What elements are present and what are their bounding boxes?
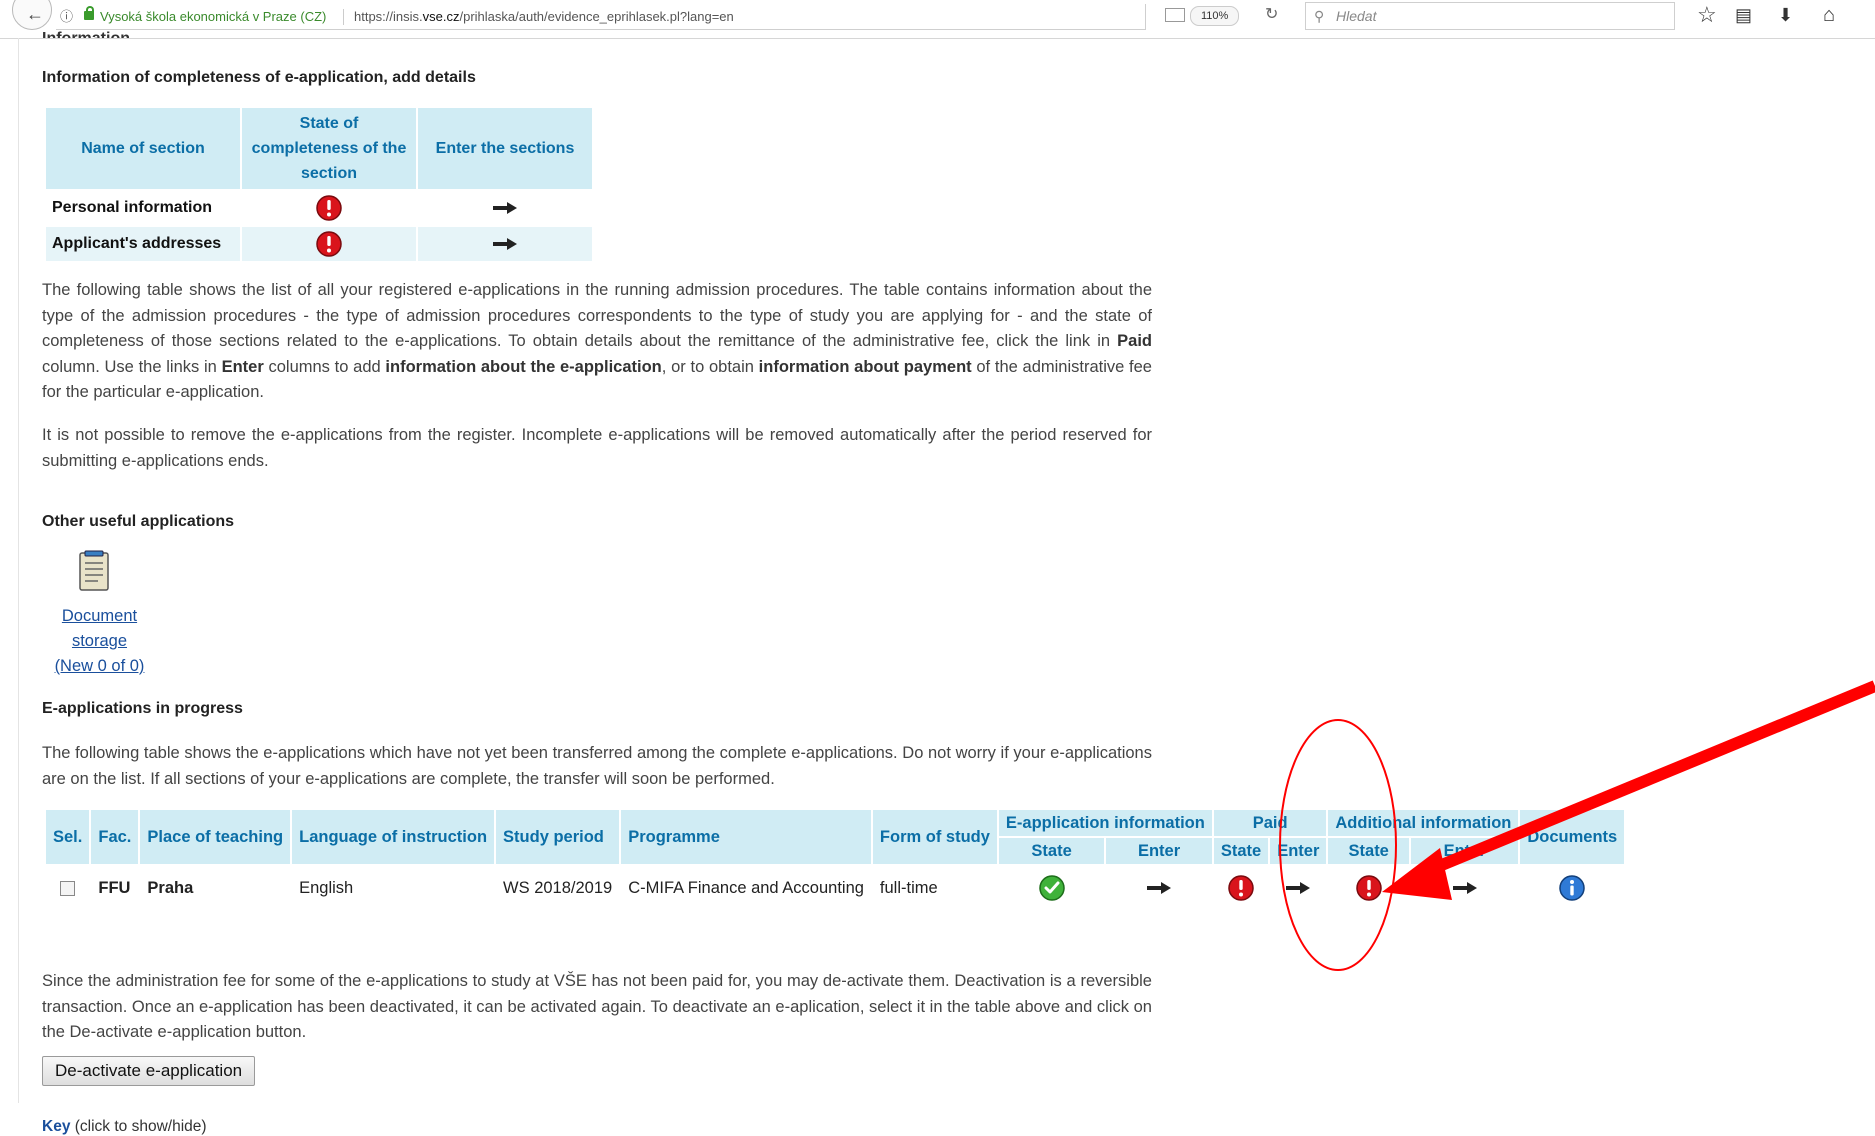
col-paid: Paid — [1213, 810, 1327, 836]
zoom-indicator[interactable]: 110% — [1190, 6, 1240, 26]
arrow-right-icon[interactable] — [1451, 881, 1479, 895]
search-icon: ⚲ — [1314, 8, 1325, 24]
deactivate-button[interactable]: De-activate e-application — [42, 1056, 256, 1086]
browser-toolbar: ← ⓘ Vysoká škola ekonomická v Praze (CZ)… — [0, 0, 1875, 39]
progress-title: E-applications in progress — [42, 700, 243, 717]
cell-place: Praha — [147, 878, 194, 897]
site-identity: Vysoká škola ekonomická v Praze (CZ) — [100, 9, 327, 24]
bookmark-star-icon[interactable]: ☆ — [1697, 2, 1717, 28]
lock-icon[interactable] — [84, 6, 94, 20]
col-state-of-completeness: State of completeness of the section — [242, 108, 416, 189]
reader-view-icon[interactable] — [1165, 8, 1185, 22]
col-paid-enter: Enter — [1270, 838, 1327, 864]
cell-programme: C-MIFA Finance and Accounting — [628, 878, 864, 897]
document-storage-link[interactable]: Document storage (New 0 of 0) — [42, 604, 157, 679]
key-toggle[interactable]: Key (click to show/hide) — [42, 1118, 207, 1136]
page-border — [18, 38, 19, 1103]
cell-form-of-study: full-time — [879, 878, 938, 897]
arrow-right-icon[interactable] — [491, 201, 519, 215]
divider — [343, 9, 344, 25]
search-placeholder: Hledat — [1336, 8, 1377, 24]
arrow-right-icon[interactable] — [1284, 881, 1312, 895]
info-icon[interactable]: ⓘ — [60, 4, 73, 30]
error-icon — [316, 231, 342, 257]
error-icon — [316, 195, 342, 221]
error-icon — [1355, 875, 1382, 901]
section-title-cut: Information — [42, 30, 130, 38]
removal-paragraph: It is not possible to remove the e-appli… — [42, 426, 1152, 470]
col-place: Place of teaching — [140, 810, 291, 864]
col-documents: Documents — [1520, 810, 1625, 864]
url-text[interactable]: https://insis.vse.cz/prihlaska/auth/evid… — [354, 4, 734, 30]
col-sel: Sel. — [46, 810, 90, 864]
deactivate-paragraph: Since the administration fee for some of… — [42, 972, 1152, 1041]
col-einfo-state: State — [998, 838, 1105, 864]
error-icon[interactable] — [1227, 874, 1255, 902]
info-icon[interactable] — [1558, 874, 1586, 902]
cell-study-period: WS 2018/2019 — [503, 878, 613, 897]
cell-faculty: FFU — [98, 878, 131, 897]
intro-paragraph: The following table shows the list of al… — [42, 281, 1152, 401]
progress-paragraph: The following table shows the e-applicat… — [42, 744, 1152, 788]
col-enter-sections: Enter the sections — [418, 108, 592, 189]
useful-apps-title: Other useful applications — [42, 513, 235, 530]
completeness-table: Name of section State of completeness of… — [44, 106, 594, 263]
check-icon — [1038, 875, 1065, 901]
bookmarks-list-icon[interactable]: ▤ — [1735, 5, 1752, 26]
search-input[interactable]: ⚲ Hledat — [1305, 2, 1675, 30]
col-fac: Fac. — [91, 810, 139, 864]
col-additional-info: Additional information — [1328, 810, 1519, 836]
col-paid-state: State — [1213, 838, 1269, 864]
cell-language: English — [299, 878, 354, 897]
col-language: Language of instruction — [292, 810, 495, 864]
reload-icon[interactable]: ↻ — [1265, 4, 1278, 24]
col-name-of-section: Name of section — [46, 108, 240, 189]
home-icon[interactable]: ⌂ — [1823, 4, 1835, 27]
select-checkbox[interactable] — [60, 880, 76, 896]
arrow-right-icon[interactable] — [1145, 881, 1173, 895]
col-einfo-enter: Enter — [1106, 838, 1212, 864]
col-study-period: Study period — [496, 810, 620, 864]
section-name: Applicant's addresses — [46, 227, 240, 261]
col-programme: Programme — [621, 810, 871, 864]
arrow-right-icon[interactable] — [491, 237, 519, 251]
table-row: Applicant's addresses — [46, 227, 592, 261]
table-row: Personal information — [46, 191, 592, 225]
key-link[interactable]: Key — [42, 1118, 70, 1135]
col-add-state: State — [1328, 838, 1410, 864]
applications-table: Sel. Fac. Place of teaching Language of … — [44, 808, 1626, 912]
download-icon[interactable]: ⬇ — [1778, 5, 1793, 26]
col-e-application-info: E-application information — [998, 810, 1212, 836]
document-storage-icon[interactable] — [76, 550, 112, 592]
table-row: FFU Praha English WS 2018/2019 C-MIFA Fi… — [46, 866, 1624, 910]
completeness-title: Information of completeness of e-applica… — [42, 69, 476, 86]
key-hint: (click to show/hide) — [70, 1118, 207, 1135]
back-button[interactable]: ← — [12, 0, 52, 30]
section-name: Personal information — [46, 191, 240, 225]
col-form-of-study: Form of study — [872, 810, 997, 864]
col-add-enter: Enter — [1411, 838, 1519, 864]
address-bar[interactable]: ⓘ Vysoká škola ekonomická v Praze (CZ) h… — [56, 4, 1146, 30]
back-arrow-icon: ← — [26, 4, 44, 24]
